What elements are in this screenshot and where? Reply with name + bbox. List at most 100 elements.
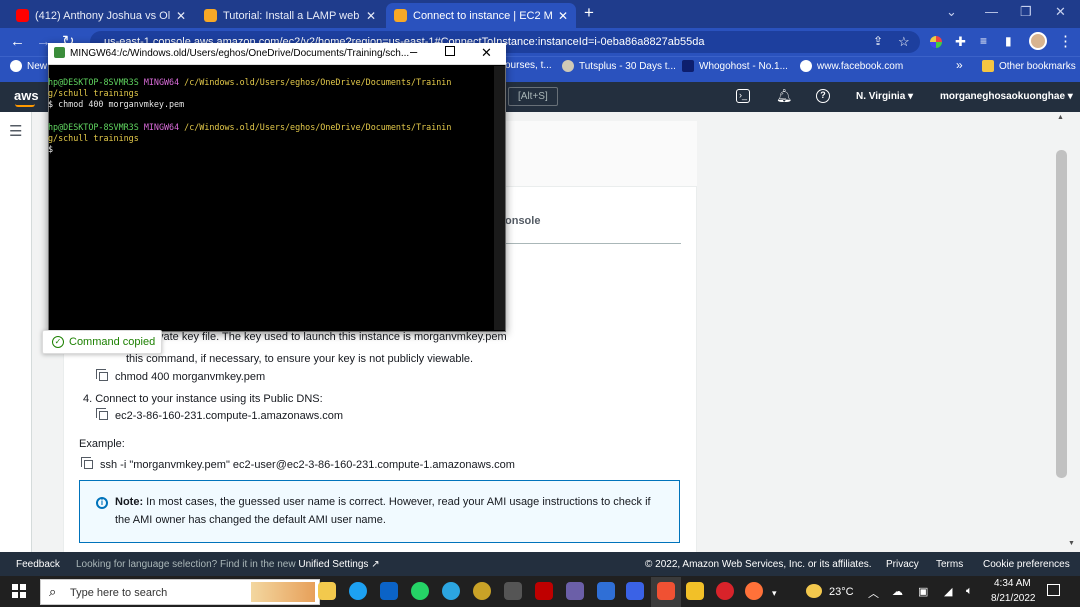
copy-icon[interactable]: [81, 457, 93, 469]
check-icon: ✓: [52, 336, 64, 348]
bookmark-whogohost[interactable]: Whogohost - No.1...: [682, 60, 788, 72]
bookmark-new[interactable]: New: [10, 60, 47, 72]
globe-icon: [800, 60, 812, 72]
telegram-icon[interactable]: [442, 582, 460, 600]
language-notice: Looking for language selection? Find it …: [76, 559, 380, 570]
search-icon: ⌕: [49, 584, 57, 599]
app-grid-icon[interactable]: [566, 582, 584, 600]
tab-label: Connect to instance | EC2 Management: [413, 9, 552, 22]
taskbar-search[interactable]: ⌕ Type here to search: [40, 579, 320, 605]
unified-settings-link[interactable]: Unified Settings: [298, 559, 368, 570]
clock-time[interactable]: 4:34 AM: [994, 578, 1031, 589]
new-tab-button[interactable]: +: [584, 3, 594, 23]
bell-icon[interactable]: 🔔︎: [776, 88, 793, 104]
terminal-prompt-1: hp@DESKTOP-8SVMR3S MINGW64 /c/Windows.ol…: [48, 77, 452, 87]
scroll-down-icon[interactable]: ▼: [1068, 540, 1075, 547]
tab-ec2-console[interactable]: onsole: [505, 215, 540, 227]
close-icon[interactable]: ✕: [366, 9, 376, 23]
aws-smile-icon: [15, 104, 35, 107]
terminal-title-bar: MINGW64:/c/Windows.old/Users/eghos/OneDr…: [48, 43, 506, 65]
snipping-tool-icon[interactable]: [504, 582, 522, 600]
media-icon[interactable]: ≡: [980, 34, 987, 49]
cloud-icon[interactable]: ☁: [892, 585, 903, 598]
more-bookmarks[interactable]: »: [956, 58, 963, 72]
side-nav: ☰: [0, 112, 32, 552]
display-icon[interactable]: ▣: [918, 585, 928, 598]
step-2-text: vate key file. The key used to launch th…: [158, 331, 507, 343]
bookmark-tutsplus[interactable]: Tutsplus - 30 Days t...: [562, 60, 676, 72]
minimize-button[interactable]: —: [985, 4, 998, 19]
tab-label: (412) Anthony Joshua vs Oleksandr: [35, 9, 170, 22]
avatar[interactable]: [1029, 32, 1047, 50]
terminal-prompt-2: hp@DESKTOP-8SVMR3S MINGW64 /c/Windows.ol…: [48, 122, 452, 132]
git-icon[interactable]: [657, 582, 675, 600]
feedback-link[interactable]: Feedback: [16, 559, 60, 570]
tab-youtube[interactable]: (412) Anthony Joshua vs Oleksandr ✕: [8, 3, 194, 28]
aws-logo[interactable]: aws: [14, 88, 39, 103]
tab-divider: [505, 243, 681, 244]
terminal-close-button[interactable]: ✕: [481, 45, 492, 61]
terminal-command: $ chmod 400 morganvmkey.pem: [48, 99, 185, 109]
region-selector[interactable]: N. Virginia ▾: [856, 91, 913, 102]
hamburger-menu-icon[interactable]: ☰: [9, 122, 22, 140]
back-icon[interactable]: ←: [10, 34, 25, 49]
volume-icon[interactable]: 🔈︎: [966, 585, 973, 598]
copy-icon[interactable]: [96, 408, 108, 420]
external-link-icon: ↗: [371, 559, 380, 570]
privacy-link[interactable]: Privacy: [886, 559, 919, 570]
tab-label: Tutorial: Install a LAMP web server: [223, 9, 360, 22]
sidepanel-icon[interactable]: ▮: [1005, 34, 1012, 49]
edge-icon[interactable]: [349, 582, 367, 600]
tab-connect-instance[interactable]: Connect to instance | EC2 Management ✕: [386, 3, 576, 28]
notification-icon[interactable]: [1047, 584, 1060, 596]
share-icon[interactable]: ⇪: [873, 34, 883, 49]
copyright: © 2022, Amazon Web Services, Inc. or its…: [645, 559, 872, 570]
filezilla-icon[interactable]: [535, 582, 553, 600]
wifi-icon[interactable]: ◢: [944, 585, 952, 598]
aws-box-icon: [394, 9, 407, 22]
search-shortcut[interactable]: [Alt+S]: [508, 87, 558, 106]
cloudshell-icon[interactable]: ›_: [736, 89, 750, 103]
extension-color-icon[interactable]: [930, 36, 942, 48]
puzzle-icon[interactable]: ✚: [955, 34, 966, 49]
opera-icon[interactable]: [716, 582, 734, 600]
temperature[interactable]: 23°C: [829, 586, 854, 598]
help-icon[interactable]: ?: [816, 89, 830, 103]
app-icon[interactable]: [473, 582, 491, 600]
photos-icon[interactable]: [597, 582, 615, 600]
tab-search-icon[interactable]: ⌄: [946, 4, 957, 20]
close-window-button[interactable]: ✕: [1055, 4, 1066, 20]
weather-icon[interactable]: [806, 584, 822, 598]
chevron-up-icon[interactable]: ︿: [868, 585, 879, 601]
store-icon[interactable]: [686, 582, 704, 600]
terms-link[interactable]: Terms: [936, 559, 963, 570]
bookmark-courses[interactable]: ourses, t...: [505, 60, 552, 71]
zoom-icon[interactable]: [626, 582, 644, 600]
firefox-icon[interactable]: [745, 582, 763, 600]
file-explorer-icon[interactable]: [318, 582, 336, 600]
terminal-maximize-button[interactable]: [445, 46, 455, 56]
terminal-minimize-button[interactable]: –: [410, 44, 417, 59]
terminal-cursor-prompt: $: [48, 144, 54, 154]
toast-label: Command copied: [69, 336, 156, 348]
terminal-scrollbar[interactable]: [494, 66, 505, 330]
restore-button[interactable]: ❐: [1020, 4, 1032, 20]
mail-icon[interactable]: [380, 582, 398, 600]
taskbar-overflow-icon[interactable]: ▾: [772, 588, 777, 599]
more-icon[interactable]: ⋮: [1058, 34, 1073, 49]
scroll-up-icon[interactable]: ▲: [1057, 114, 1064, 121]
cookie-preferences-link[interactable]: Cookie preferences: [983, 559, 1070, 570]
close-icon[interactable]: ✕: [176, 9, 186, 23]
tab-lamp-tutorial[interactable]: Tutorial: Install a LAMP web server ✕: [196, 3, 384, 28]
note-line-1: Note: In most cases, the guessed user na…: [115, 496, 651, 508]
bookmark-facebook[interactable]: www.facebook.com: [800, 60, 903, 72]
bookmark-other[interactable]: Other bookmarks: [982, 60, 1076, 72]
star-icon[interactable]: ☆: [898, 34, 910, 49]
scrollbar-thumb[interactable]: [1056, 150, 1067, 478]
copy-icon[interactable]: [96, 369, 108, 381]
account-menu[interactable]: morganeghosaokuonghae ▾: [940, 91, 1073, 102]
close-icon[interactable]: ✕: [558, 9, 568, 23]
clock-date[interactable]: 8/21/2022: [991, 593, 1036, 604]
whatsapp-icon[interactable]: [411, 582, 429, 600]
windows-start-icon[interactable]: [12, 584, 26, 598]
